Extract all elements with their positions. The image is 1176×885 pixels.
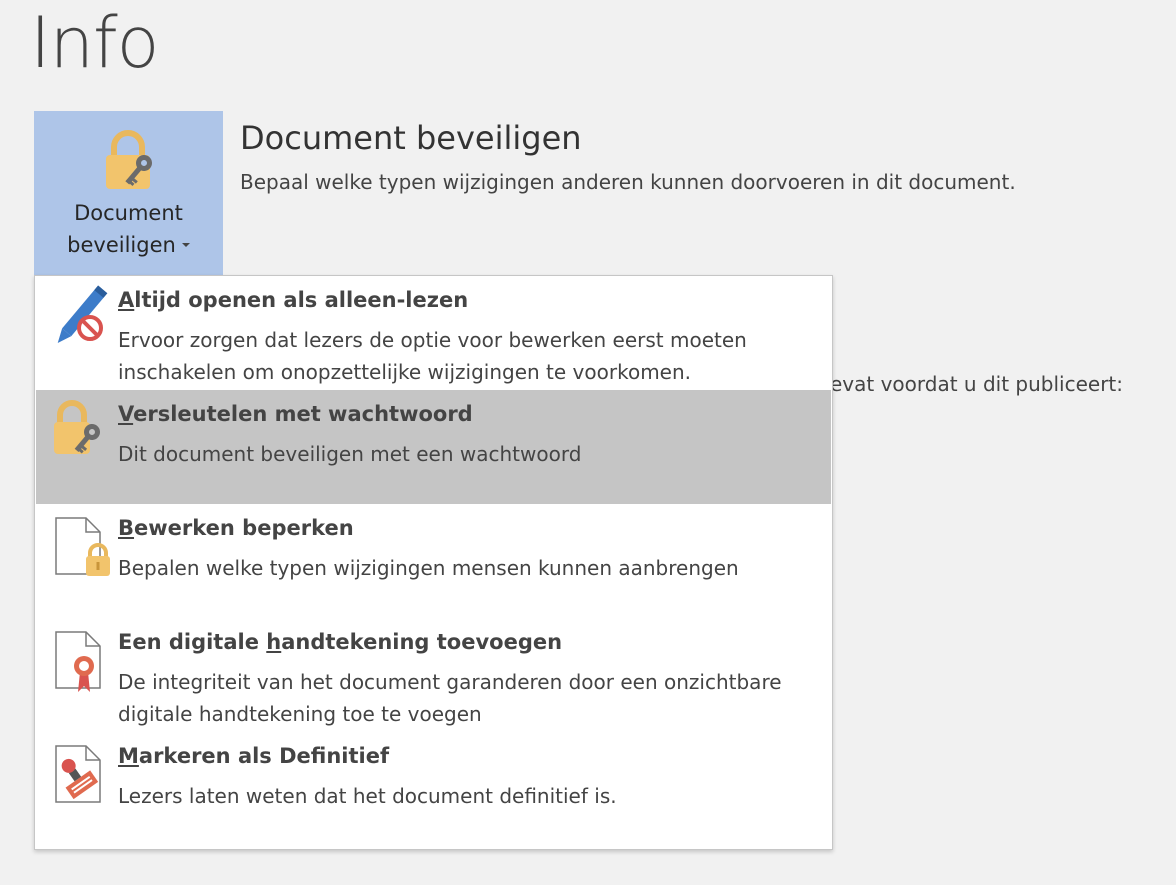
document-stamp-icon [55, 745, 101, 803]
menu-item-title: Bewerken beperken [118, 516, 354, 540]
menu-item-description: De integriteit van het document garander… [118, 670, 782, 726]
section-title: Document beveiligen [240, 119, 582, 157]
dropdown-caret-icon [181, 242, 190, 247]
menu-item-encrypt-password[interactable]: Versleutelen met wachtwoord Dit document… [36, 390, 831, 504]
menu-item-title: Altijd openen als alleen-lezen [118, 288, 469, 312]
menu-item-description: Ervoor zorgen dat lezers de optie voor b… [118, 328, 747, 384]
menu-item-read-only[interactable]: Altijd openen als alleen-lezen Ervoor zo… [36, 276, 831, 390]
menu-item-title: Markeren als Definitief [118, 744, 390, 768]
menu-item-title: Versleutelen met wachtwoord [118, 402, 473, 426]
menu-item-title: Een digitale handtekening toevoegen [118, 630, 563, 654]
pencil-no-icon [57, 285, 108, 343]
menu-item-description: Lezers laten weten dat het document defi… [118, 784, 617, 808]
document-ribbon-icon [55, 631, 101, 692]
protect-document-menu: Altijd openen als alleen-lezen Ervoor zo… [34, 275, 833, 850]
background-partial-text: evat voordat u dit publiceert: [830, 372, 1123, 396]
menu-item-description: Bepalen welke typen wijzigingen mensen k… [118, 556, 739, 580]
section-description: Bepaal welke typen wijzigingen anderen k… [240, 170, 1016, 194]
protect-document-button[interactable]: Document beveiligen [34, 111, 223, 276]
menu-item-restrict-editing[interactable]: Bewerken beperken Bepalen welke typen wi… [36, 504, 831, 618]
menu-item-mark-final[interactable]: Markeren als Definitief Lezers laten wet… [36, 732, 831, 846]
document-lock-icon [55, 517, 110, 576]
menu-item-digital-signature[interactable]: Een digitale handtekening toevoegen De i… [36, 618, 831, 732]
protect-button-label: Document beveiligen [34, 197, 223, 261]
lock-key-icon [54, 400, 100, 454]
menu-item-description: Dit document beveiligen met een wachtwoo… [118, 442, 582, 466]
page-title: Info [30, 2, 159, 84]
lock-key-icon [106, 130, 152, 189]
